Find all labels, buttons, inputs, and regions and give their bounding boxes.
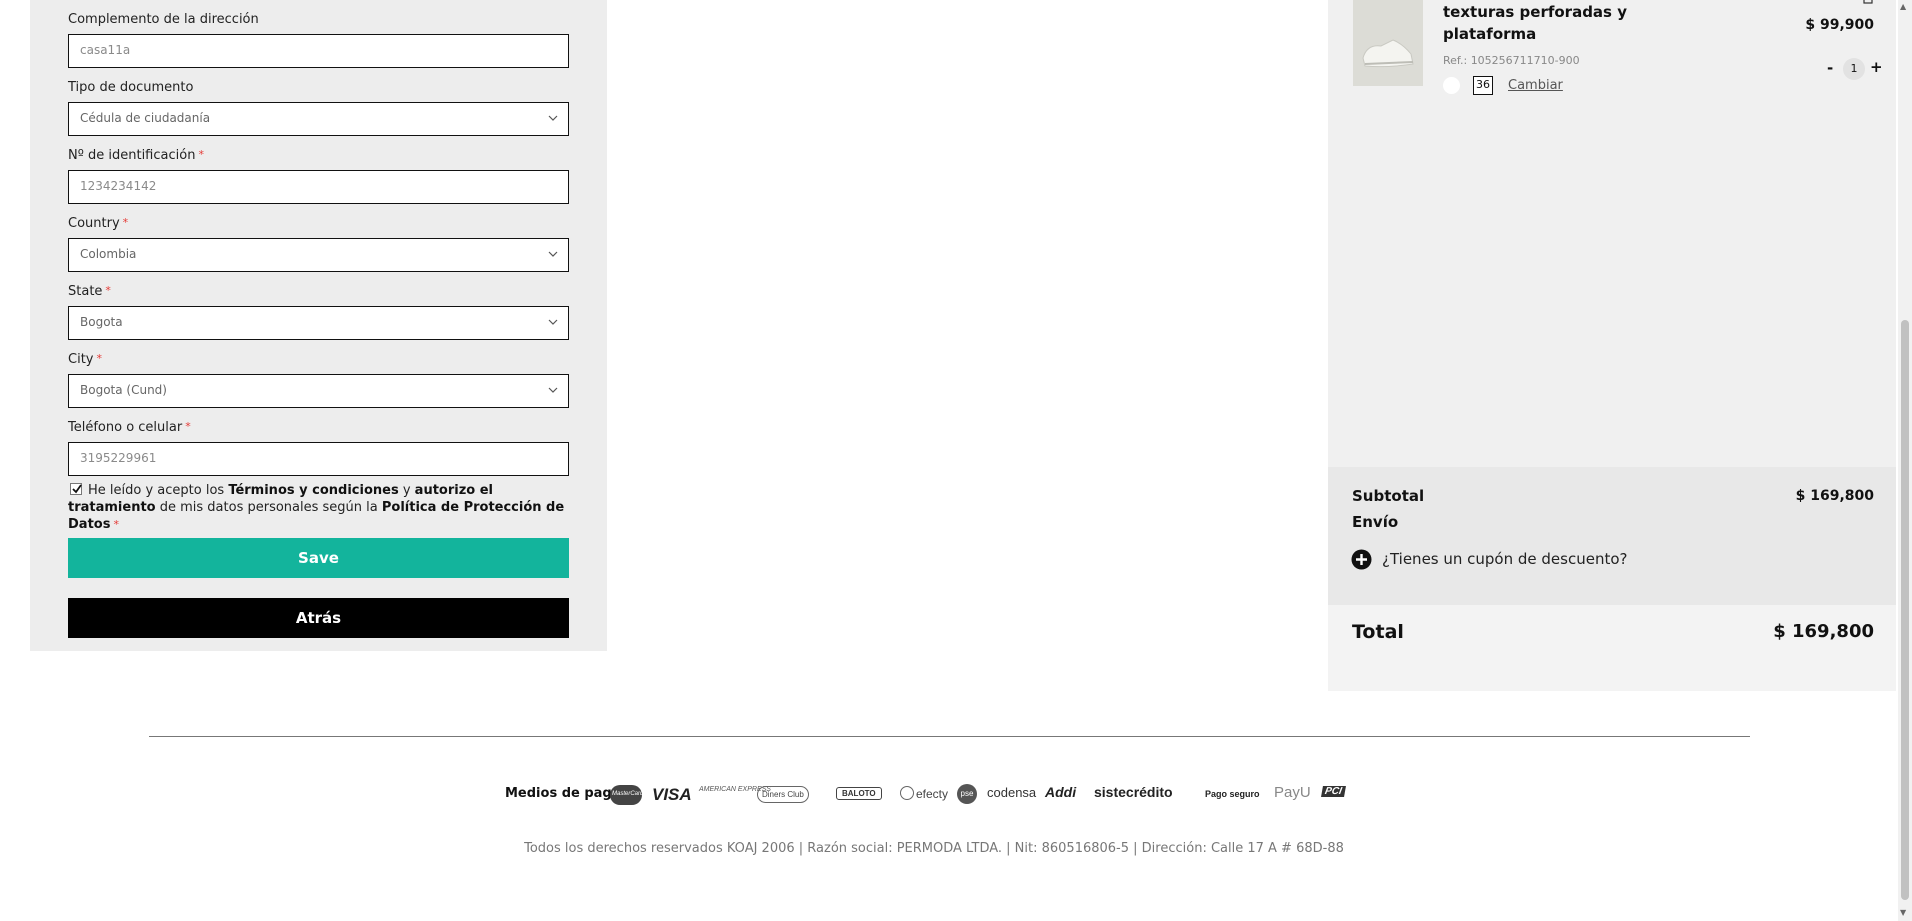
consent-text: He leído y acepto los Términos y condici…	[68, 483, 565, 532]
sistecredito-logo: sistecrédito	[1094, 784, 1173, 800]
amex-logo: AMERICAN EXPRESS	[699, 786, 771, 793]
secure-payment-label: Pago seguro	[1205, 789, 1260, 799]
product-price: $ 99,900	[1805, 17, 1874, 33]
pci-logo: PCI	[1321, 786, 1346, 797]
state-select[interactable]: Bogota	[68, 306, 569, 340]
diners-logo: Diners Club	[757, 786, 809, 803]
document-type-select[interactable]: Cédula de ciudadanía	[68, 102, 569, 136]
payu-logo: PayU	[1274, 784, 1311, 801]
country-label: Country *	[68, 216, 129, 231]
product-ref: Ref.: 105256711710-900	[1443, 54, 1580, 67]
scroll-up-arrow-icon[interactable]: ▲	[1900, 2, 1906, 11]
document-type-label: Tipo de documento	[68, 80, 194, 95]
id-number-label: Nº de identificación *	[68, 148, 204, 163]
country-select[interactable]: Colombia	[68, 238, 569, 272]
pse-logo: pse	[957, 784, 977, 804]
city-select[interactable]: Bogota (Cund)	[68, 374, 569, 408]
footer-divider	[149, 736, 1750, 737]
phone-label: Teléfono o celular *	[68, 420, 191, 435]
total-label: Total	[1352, 621, 1404, 643]
addi-logo: Addi	[1045, 784, 1077, 800]
subtotal-value: $ 169,800	[1795, 488, 1874, 504]
chevron-down-icon	[548, 115, 558, 121]
address-complement-label: Complemento de la dirección	[68, 12, 259, 27]
address-complement-input[interactable]: casa11a	[68, 34, 569, 68]
product-title[interactable]: texturas perforadas y plataforma	[1443, 1, 1643, 45]
baloto-logo: BALOTO	[836, 787, 882, 800]
chevron-down-icon	[548, 251, 558, 257]
back-button[interactable]: Atrás	[68, 598, 569, 638]
quantity-decrease-button[interactable]: -	[1827, 59, 1833, 77]
codensa-logo: codensa	[987, 785, 1037, 800]
total-value: $ 169,800	[1773, 621, 1874, 642]
chevron-down-icon	[548, 319, 558, 325]
visa-logo: VISA	[652, 785, 692, 804]
terms-link[interactable]: Términos y condiciones	[228, 483, 398, 498]
size-badge: 36	[1473, 76, 1493, 95]
scrollbar-thumb[interactable]	[1901, 320, 1909, 900]
save-button[interactable]: Save	[68, 538, 569, 578]
color-swatch	[1443, 77, 1460, 94]
change-size-link[interactable]: Cambiar	[1508, 78, 1563, 93]
mastercard-logo: MasterCard	[610, 785, 643, 805]
check-icon	[72, 484, 82, 494]
payment-methods-title: Medios de pago	[505, 786, 621, 801]
quantity-increase-button[interactable]: +	[1870, 58, 1883, 76]
copyright-text: Todos los derechos reservados KOAJ 2006 …	[524, 841, 1344, 856]
state-label: State *	[68, 284, 111, 299]
shipping-label: Envío	[1352, 513, 1399, 531]
product-thumbnail[interactable]	[1353, 0, 1423, 86]
chevron-down-icon	[548, 387, 558, 393]
sneaker-image	[1353, 0, 1423, 86]
id-number-input[interactable]: 1234234142	[68, 170, 569, 204]
efecty-logo: efecty	[900, 786, 948, 801]
subtotal-label: Subtotal	[1352, 487, 1425, 505]
quantity-value: 1	[1843, 58, 1865, 80]
coupon-toggle[interactable]: ¿Tienes un cupón de descuento?	[1382, 550, 1627, 568]
plus-circle-icon[interactable]	[1351, 549, 1372, 570]
city-label: City *	[68, 352, 102, 367]
consent-checkbox[interactable]	[70, 483, 82, 495]
phone-input[interactable]: 3195229961	[68, 442, 569, 476]
remove-item-icon[interactable]	[1862, 0, 1874, 4]
scroll-down-arrow-icon[interactable]: ▼	[1900, 908, 1906, 917]
